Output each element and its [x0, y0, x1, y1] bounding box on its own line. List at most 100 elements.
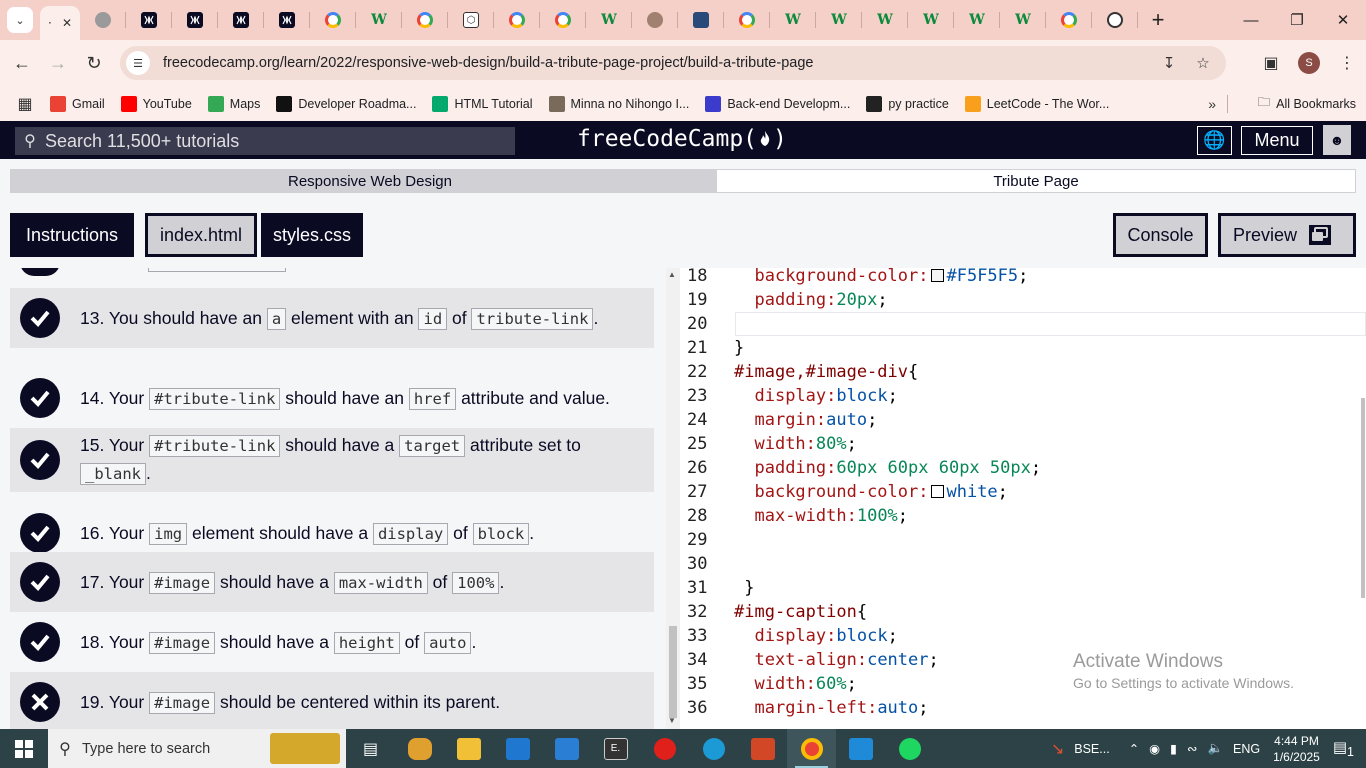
browser-tab[interactable]: W: [908, 0, 954, 40]
taskbar-search-input[interactable]: ⚲ Type here to search: [48, 729, 346, 768]
spotify-icon[interactable]: [885, 729, 934, 768]
notification-center-icon[interactable]: ▤1: [1333, 738, 1354, 759]
close-window-icon[interactable]: ✕: [1320, 0, 1366, 40]
search-input[interactable]: ⚲ Search 11,500+ tutorials: [15, 127, 515, 155]
code-line[interactable]: 21}: [680, 336, 1366, 360]
back-icon[interactable]: ←: [4, 45, 40, 81]
url-text[interactable]: freecodecamp.org/learn/2022/responsive-w…: [163, 55, 813, 71]
browser-tab[interactable]: [172, 0, 218, 40]
scrollbar-thumb[interactable]: [669, 626, 677, 718]
editor-scrollbar-thumb[interactable]: [1361, 398, 1365, 598]
code-line[interactable]: 33 display:block;: [680, 624, 1366, 648]
bookmark-item[interactable]: Minna no Nihongo I...: [548, 95, 689, 112]
mail-icon[interactable]: [542, 729, 591, 768]
code-line[interactable]: 29: [680, 528, 1366, 552]
meet-now-icon[interactable]: ◉: [1149, 741, 1160, 756]
browser-tab[interactable]: [1092, 0, 1138, 40]
popout-window-icon[interactable]: [1309, 225, 1332, 245]
code-line[interactable]: 20: [680, 312, 1366, 336]
opera-icon[interactable]: [640, 729, 689, 768]
fcc-logo[interactable]: freeCodeCamp(): [577, 126, 787, 152]
color-swatch-icon[interactable]: [931, 269, 945, 282]
extensions-icon[interactable]: ▣: [1252, 53, 1290, 73]
stock-icon[interactable]: ↘: [1051, 739, 1064, 759]
edge-icon[interactable]: [689, 729, 738, 768]
code-line[interactable]: 18 background-color: #F5F5F5;: [680, 268, 1366, 288]
code-line[interactable]: 36 margin-left:auto;: [680, 696, 1366, 720]
tab-styles-css[interactable]: styles.css: [261, 213, 363, 257]
tab-search-chevron-icon[interactable]: ⌄: [7, 7, 33, 33]
code-line[interactable]: 27 background-color: white;: [680, 480, 1366, 504]
user-avatar[interactable]: ☻: [1323, 125, 1351, 155]
forward-icon[interactable]: →: [40, 45, 76, 81]
scroll-up-icon[interactable]: ▲: [668, 270, 676, 279]
bookmark-item[interactable]: Gmail: [50, 95, 105, 112]
browser-tab[interactable]: W: [356, 0, 402, 40]
copilot-icon[interactable]: [395, 729, 444, 768]
file-explorer-icon[interactable]: [444, 729, 493, 768]
more-bookmarks-icon[interactable]: »: [1208, 96, 1216, 112]
all-bookmarks-button[interactable]: 🗀 All Bookmarks: [1258, 93, 1356, 114]
editor-scrollbar[interactable]: [1359, 268, 1366, 729]
active-tab[interactable]: ⋅ ✕: [40, 6, 80, 40]
browser-tab[interactable]: W: [586, 0, 632, 40]
apps-grid-icon[interactable]: ▦: [0, 94, 50, 114]
tab-index-html[interactable]: index.html: [145, 213, 257, 257]
browser-tab[interactable]: [1046, 0, 1092, 40]
tab-instructions[interactable]: Instructions: [10, 213, 134, 257]
color-swatch-icon[interactable]: [931, 485, 945, 498]
vscode-icon[interactable]: [836, 729, 885, 768]
code-line[interactable]: 24 margin:auto;: [680, 408, 1366, 432]
show-hidden-icons-icon[interactable]: ⌃: [1129, 741, 1139, 756]
code-editor[interactable]: 18 background-color: #F5F5F5; 19 padding:2…: [680, 268, 1366, 729]
language-indicator[interactable]: ENG: [1233, 742, 1260, 756]
browser-tab[interactable]: W: [816, 0, 862, 40]
code-line[interactable]: 26 padding:60px 60px 60px 50px;: [680, 456, 1366, 480]
browser-tab[interactable]: [724, 0, 770, 40]
code-line[interactable]: 28 max-width:100%;: [680, 504, 1366, 528]
tab-close-icon[interactable]: ✕: [62, 16, 72, 30]
more-menu-icon[interactable]: ⋮: [1328, 53, 1366, 73]
code-line[interactable]: 19 padding:20px;: [680, 288, 1366, 312]
bookmark-item[interactable]: HTML Tutorial: [432, 95, 533, 112]
tray-app-label[interactable]: BSE...: [1074, 742, 1109, 756]
bookmark-item[interactable]: py practice: [866, 95, 949, 112]
store-icon[interactable]: [493, 729, 542, 768]
minimize-icon[interactable]: —: [1228, 0, 1274, 40]
console-button[interactable]: Console: [1113, 213, 1208, 257]
browser-tab[interactable]: [218, 0, 264, 40]
bookmark-item[interactable]: YouTube: [120, 95, 192, 112]
code-line[interactable]: 30: [680, 552, 1366, 576]
volume-icon[interactable]: 🔈: [1207, 741, 1223, 756]
breadcrumb-course[interactable]: Responsive Web Design: [10, 169, 730, 193]
bookmark-item[interactable]: Maps: [207, 95, 260, 112]
code-line[interactable]: 32 #img-caption{: [680, 600, 1366, 624]
wifi-icon[interactable]: ∾: [1187, 741, 1197, 756]
browser-tab[interactable]: W: [862, 0, 908, 40]
scroll-down-icon[interactable]: ▼: [668, 716, 676, 725]
browser-tab[interactable]: W: [770, 0, 816, 40]
chrome-icon[interactable]: [787, 729, 836, 768]
bookmark-item[interactable]: Back-end Developm...: [705, 95, 850, 112]
profile-avatar[interactable]: S: [1298, 52, 1320, 74]
task-view-icon[interactable]: ▤: [346, 729, 395, 768]
code-line[interactable]: 31 }: [680, 576, 1366, 600]
browser-tab[interactable]: [310, 0, 356, 40]
terminal-icon[interactable]: E.: [591, 729, 640, 768]
install-app-icon[interactable]: ↧: [1152, 54, 1186, 72]
browser-tab[interactable]: [678, 0, 724, 40]
code-line[interactable]: 23 display:block;: [680, 384, 1366, 408]
browser-tab[interactable]: [264, 0, 310, 40]
restore-icon[interactable]: ❐: [1274, 0, 1320, 40]
browser-tab[interactable]: W: [954, 0, 1000, 40]
instructions-scrollbar[interactable]: ▲ ▼: [666, 268, 680, 729]
browser-tab[interactable]: ⬡: [448, 0, 494, 40]
reload-icon[interactable]: ↻: [76, 45, 112, 81]
bookmark-item[interactable]: Developer Roadma...: [276, 95, 416, 112]
site-info-icon[interactable]: ☰: [126, 51, 150, 75]
code-line[interactable]: 25 width:80%;: [680, 432, 1366, 456]
browser-tab[interactable]: [632, 0, 678, 40]
menu-button[interactable]: Menu: [1241, 126, 1313, 155]
language-globe-icon[interactable]: 🌐: [1197, 126, 1232, 155]
address-bar[interactable]: ☰ freecodecamp.org/learn/2022/responsive…: [120, 46, 1226, 80]
